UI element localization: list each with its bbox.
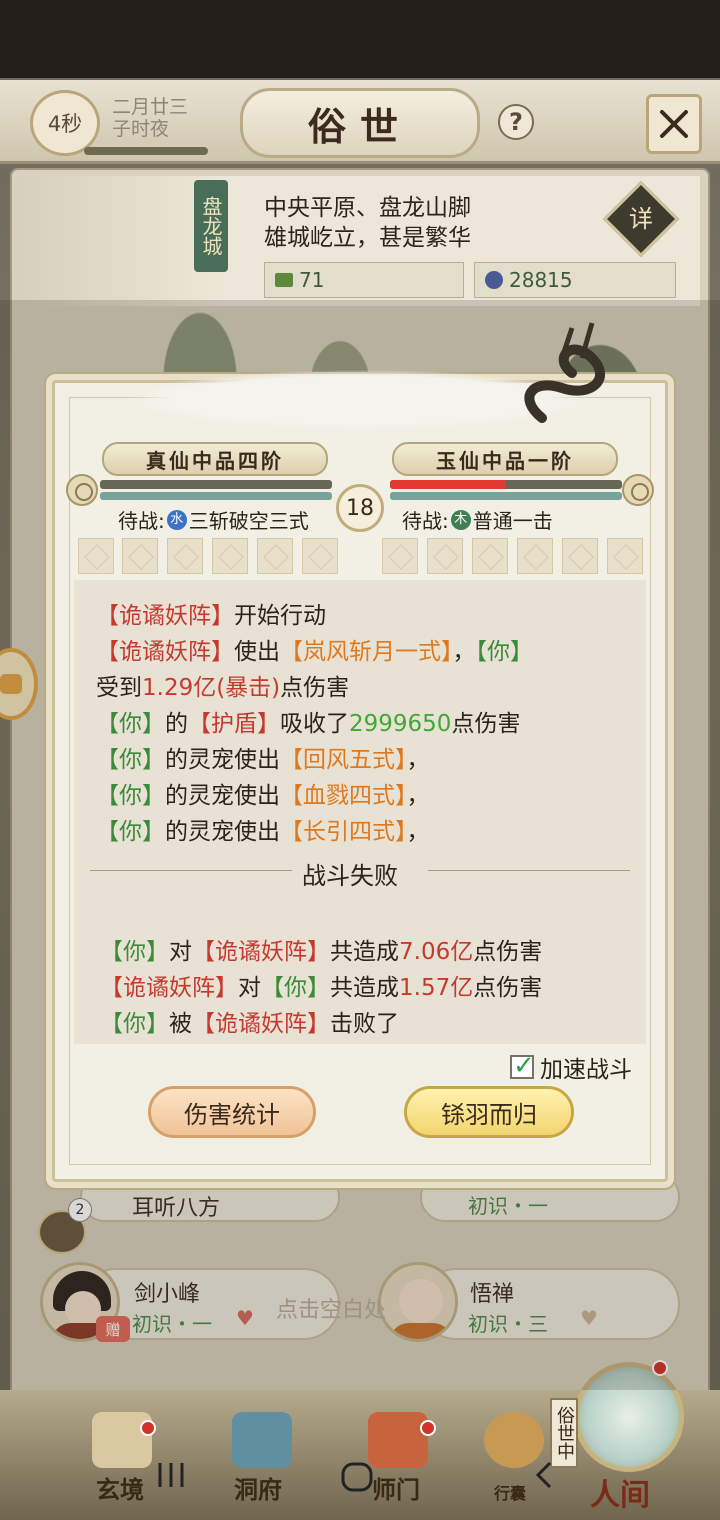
buff-slot bbox=[78, 538, 114, 574]
help-button[interactable]: ? bbox=[498, 104, 534, 140]
left-hp-bar bbox=[100, 480, 332, 489]
dongfu-icon bbox=[232, 1412, 292, 1468]
nav-renjian[interactable]: 人间 bbox=[590, 1470, 650, 1514]
nav-xingnang[interactable]: 行囊 bbox=[494, 1480, 526, 1504]
buff-slot bbox=[427, 538, 463, 574]
right-hp-fill bbox=[390, 480, 506, 489]
left-standby-label: 待战: bbox=[118, 509, 165, 533]
nav-shimen[interactable]: 师门 bbox=[372, 1470, 420, 1505]
notification-dot bbox=[140, 1420, 156, 1436]
buff-slot bbox=[472, 538, 508, 574]
buff-slot bbox=[167, 538, 203, 574]
right-hp-bar bbox=[390, 480, 622, 489]
log-line: 受到1.29亿(暴击)点伤害 bbox=[96, 675, 350, 701]
buff-slot bbox=[257, 538, 293, 574]
shimen-icon bbox=[368, 1412, 428, 1468]
summary-line: 【诡谲妖阵】对【你】共造成1.57亿点伤害 bbox=[100, 975, 543, 1001]
buff-slot bbox=[382, 538, 418, 574]
log-line: 【诡谲妖阵】开始行动 bbox=[96, 603, 326, 629]
left-rank-plate: 真仙中品四阶 bbox=[102, 442, 328, 476]
game-date: 二月廿三 子时夜 bbox=[112, 96, 188, 140]
damage-stats-button[interactable]: 伤害统计 bbox=[148, 1086, 316, 1138]
log-line: 【你】的灵宠使出【血戮四式】， bbox=[96, 783, 430, 809]
close-button[interactable] bbox=[646, 94, 702, 154]
page-title: 俗世 bbox=[240, 88, 480, 158]
timer-text: 4秒 bbox=[47, 112, 83, 136]
speed-up-checkbox[interactable] bbox=[510, 1051, 535, 1081]
speed-up-label: 加速战斗 bbox=[540, 1057, 632, 1083]
date-line2: 子时夜 bbox=[112, 118, 170, 140]
notification-dot bbox=[420, 1420, 436, 1436]
summary-line: 【你】被【诡谲妖阵】击败了 bbox=[100, 1011, 399, 1037]
buff-slot bbox=[607, 538, 643, 574]
world-tag: 俗世中 bbox=[550, 1398, 578, 1468]
detail-label: 详 bbox=[629, 205, 653, 233]
buff-slot bbox=[122, 538, 158, 574]
nav-xuanjing[interactable]: 玄境 bbox=[96, 1470, 144, 1505]
left-standby-skill: 三斩破空三式 bbox=[188, 509, 309, 533]
status-bar bbox=[0, 0, 720, 78]
right-standby-skill: 普通一击 bbox=[472, 509, 553, 533]
time-progress-bar bbox=[84, 147, 208, 155]
right-standby-label: 待战: bbox=[402, 509, 449, 533]
water-element-icon: 水 bbox=[166, 509, 187, 530]
back-button[interactable] bbox=[530, 1460, 560, 1494]
log-line: 【你】的【护盾】吸收了2999650点伤害 bbox=[96, 711, 521, 737]
divider bbox=[428, 870, 630, 871]
recent-apps-icon bbox=[158, 1463, 184, 1487]
buff-slot bbox=[212, 538, 248, 574]
nav-dongfu[interactable]: 洞府 bbox=[234, 1470, 282, 1505]
right-mp-bar bbox=[390, 492, 622, 500]
left-medal-icon bbox=[66, 474, 98, 506]
recent-apps-button[interactable] bbox=[156, 1460, 186, 1494]
close-icon bbox=[660, 110, 688, 138]
right-medal-icon bbox=[622, 474, 654, 506]
back-icon bbox=[535, 1461, 552, 1489]
divider bbox=[90, 870, 292, 871]
home-button[interactable] bbox=[340, 1460, 374, 1498]
battle-result: 战斗失败 bbox=[302, 862, 398, 890]
retreat-button[interactable]: 铩羽而归 bbox=[404, 1086, 574, 1138]
left-standby: 待战: 水 三斩破空三式 bbox=[118, 505, 309, 534]
home-icon bbox=[341, 1462, 373, 1492]
buff-slot bbox=[562, 538, 598, 574]
turn-counter: 18 bbox=[336, 484, 384, 532]
buff-slot bbox=[517, 538, 553, 574]
buff-slot bbox=[302, 538, 338, 574]
location-desc-line1: 中央平原、盘龙山脚 bbox=[264, 195, 471, 221]
wood-element-icon: 木 bbox=[450, 509, 471, 530]
right-rank-plate: 玉仙中品一阶 bbox=[392, 442, 618, 476]
dragon-emblem-icon bbox=[524, 322, 605, 423]
right-standby: 待战: 木 普通一击 bbox=[402, 505, 553, 534]
log-line: 【诡谲妖阵】使出【岚风斩月一式】，【你】 bbox=[96, 639, 533, 665]
log-line: 【你】的灵宠使出【长引四式】， bbox=[96, 819, 430, 845]
summary-line: 【你】对【诡谲妖阵】共造成7.06亿点伤害 bbox=[100, 939, 543, 965]
speed-up-toggle[interactable]: 加速战斗 bbox=[510, 1050, 632, 1084]
log-line: 【你】的灵宠使出【回风五式】， bbox=[96, 747, 430, 773]
left-mp-bar bbox=[100, 492, 332, 500]
date-line1: 二月廿三 bbox=[112, 96, 189, 118]
